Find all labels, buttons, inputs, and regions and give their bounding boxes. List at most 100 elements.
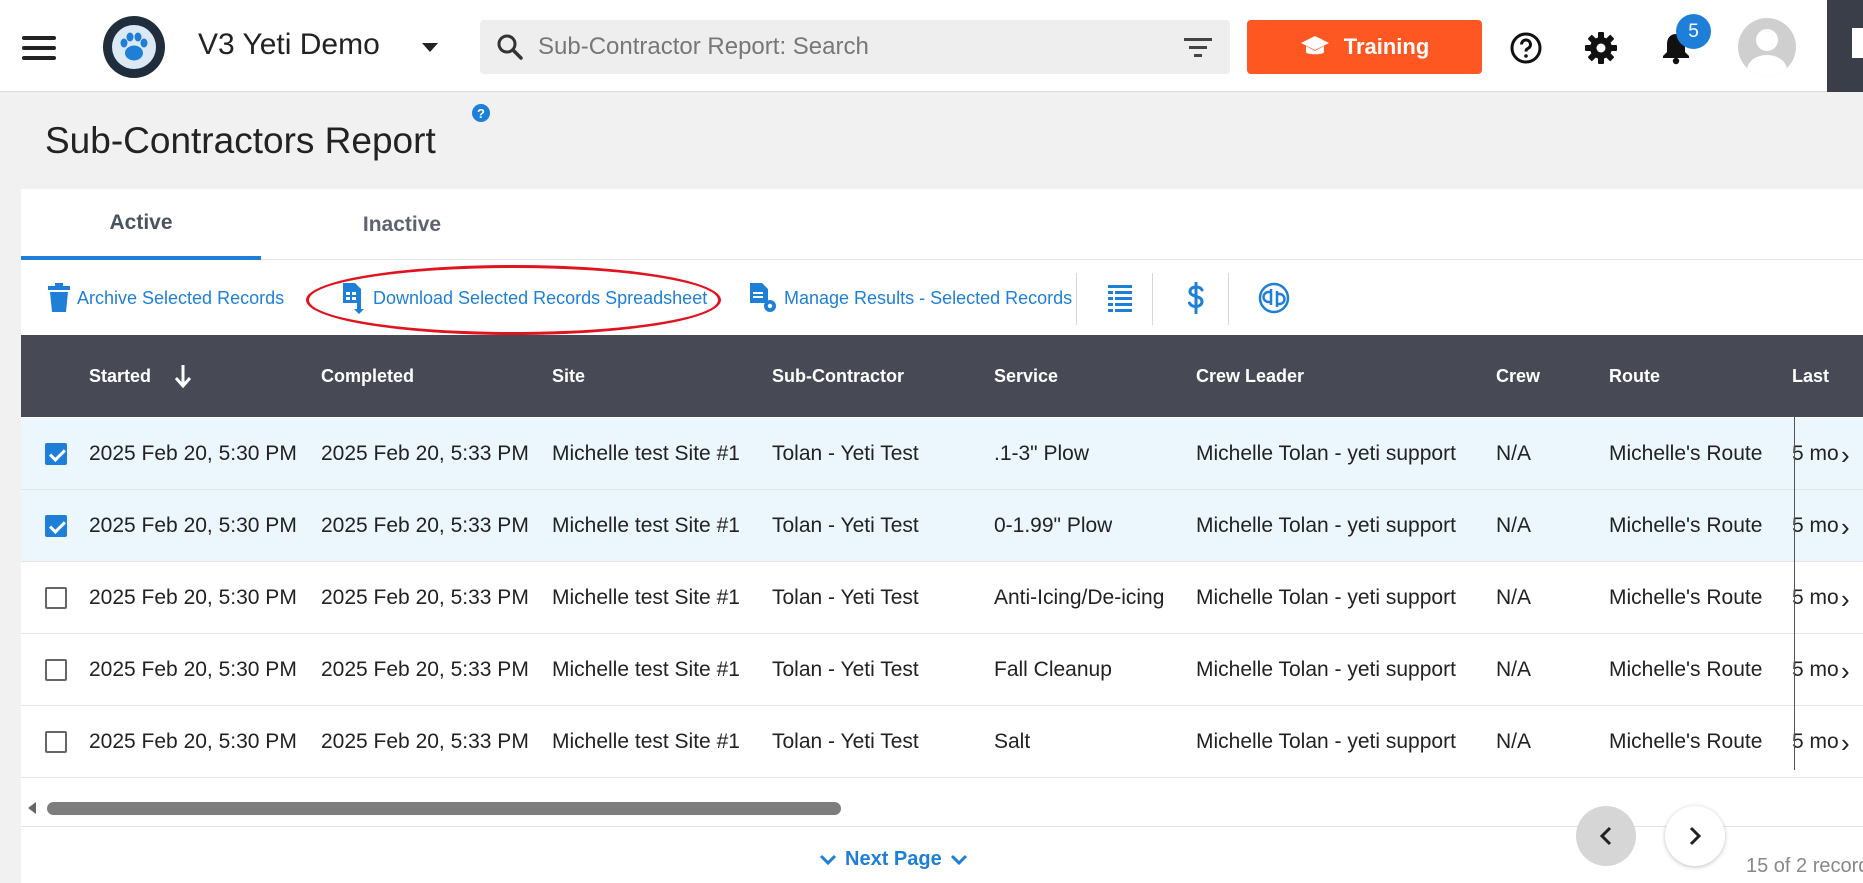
trash-icon	[48, 283, 70, 312]
toolbar-divider	[1228, 273, 1229, 325]
search-input[interactable]	[538, 30, 1138, 64]
column-site[interactable]: Site	[552, 335, 585, 417]
chevron-right-icon[interactable]: ›	[1841, 728, 1850, 759]
download-label: Download Selected Records Spreadsheet	[373, 287, 708, 308]
cell-crew-leader: Michelle Tolan - yeti support	[1196, 442, 1456, 465]
help-circle-icon[interactable]	[1508, 30, 1544, 66]
search-icon	[497, 34, 523, 60]
dollar-icon[interactable]	[1186, 261, 1206, 335]
scroll-left-icon[interactable]	[28, 802, 36, 814]
cell-last: 5 mo	[1792, 586, 1838, 609]
archive-selected-button[interactable]: Archive Selected Records	[47, 261, 284, 335]
document-gear-icon	[750, 283, 776, 312]
avatar-icon[interactable]	[1738, 18, 1796, 76]
row-checkbox[interactable]	[45, 731, 67, 753]
cell-crew: N/A	[1496, 730, 1532, 753]
download-spreadsheet-button[interactable]: Download Selected Records Spreadsheet	[341, 261, 707, 335]
cell-last: 5 mo	[1792, 658, 1838, 681]
cell-sub-contractor: Tolan - Yeti Test	[772, 730, 919, 753]
chevron-down-icon[interactable]	[422, 43, 438, 52]
manage-label: Manage Results - Selected Records	[784, 287, 1073, 308]
arrow-down-icon[interactable]	[173, 363, 193, 389]
cell-site: Michelle test Site #1	[552, 586, 740, 609]
cell-completed: 2025 Feb 20, 5:33 PM	[321, 730, 529, 753]
row-checkbox[interactable]	[45, 659, 67, 681]
filter-icon[interactable]	[1183, 36, 1213, 58]
hamburger-icon[interactable]	[22, 36, 56, 60]
paw-icon[interactable]	[103, 16, 165, 78]
cell-crew: N/A	[1496, 658, 1532, 681]
tab-active[interactable]: Active	[21, 189, 261, 260]
cell-crew-leader: Michelle Tolan - yeti support	[1196, 658, 1456, 681]
cell-crew-leader: Michelle Tolan - yeti support	[1196, 730, 1456, 753]
search-bar	[480, 20, 1230, 74]
table-row[interactable]: 2025 Feb 20, 5:30 PM 2025 Feb 20, 5:33 P…	[21, 706, 1863, 778]
cell-route: Michelle's Route	[1609, 730, 1763, 753]
record-count: 15 of 2 records	[1746, 855, 1863, 877]
row-checkbox[interactable]	[45, 443, 67, 465]
next-page-label: Next Page	[845, 848, 942, 870]
table-row[interactable]: 2025 Feb 20, 5:30 PM 2025 Feb 20, 5:33 P…	[21, 634, 1863, 706]
side-panel-toggle[interactable]	[1827, 0, 1863, 92]
chevron-right-icon[interactable]: ›	[1841, 656, 1850, 687]
next-page-button[interactable]: Next Page	[819, 848, 968, 871]
tab-inactive[interactable]: Inactive	[282, 189, 522, 260]
quickbooks-icon[interactable]	[1258, 261, 1290, 335]
table-row[interactable]: 2025 Feb 20, 5:30 PM 2025 Feb 20, 5:33 P…	[21, 490, 1863, 562]
cell-service: Salt	[994, 730, 1031, 753]
cell-sub-contractor: Tolan - Yeti Test	[772, 514, 919, 537]
manage-results-button[interactable]: Manage Results - Selected Records	[748, 261, 1072, 335]
spreadsheet-download-icon	[343, 283, 364, 314]
training-button[interactable]: Training	[1247, 20, 1482, 74]
cell-site: Michelle test Site #1	[552, 730, 740, 753]
column-completed[interactable]: Completed	[321, 335, 414, 417]
cell-service: .1-3" Plow	[994, 442, 1089, 465]
chevron-left-icon	[1599, 826, 1612, 846]
table-row[interactable]: 2025 Feb 20, 5:30 PM 2025 Feb 20, 5:33 P…	[21, 562, 1863, 634]
column-sub-contractor[interactable]: Sub-Contractor	[772, 335, 904, 417]
scrollbar-thumb[interactable]	[47, 802, 841, 815]
cell-started: 2025 Feb 20, 5:30 PM	[89, 586, 297, 609]
cell-started: 2025 Feb 20, 5:30 PM	[89, 730, 297, 753]
column-route[interactable]: Route	[1609, 335, 1660, 417]
previous-page-button[interactable]	[1576, 806, 1636, 866]
table-header: Started Completed Site Sub-Contractor Se…	[21, 335, 1863, 417]
column-crew[interactable]: Crew	[1496, 335, 1540, 417]
report-card: Active Inactive Archive Selected Records…	[21, 189, 1863, 883]
cell-last: 5 mo	[1792, 442, 1838, 465]
cell-started: 2025 Feb 20, 5:30 PM	[89, 514, 297, 537]
column-last[interactable]: Last	[1792, 335, 1829, 417]
chevron-right-icon[interactable]: ›	[1841, 584, 1850, 615]
column-crew-leader[interactable]: Crew Leader	[1196, 335, 1304, 417]
chevron-down-icon	[819, 854, 837, 865]
chevron-right-icon[interactable]: ›	[1841, 512, 1850, 543]
cell-route: Michelle's Route	[1609, 442, 1763, 465]
row-checkbox[interactable]	[45, 515, 67, 537]
column-started-label: Started	[89, 365, 152, 386]
cell-crew: N/A	[1496, 586, 1532, 609]
toolbar-divider	[1152, 273, 1153, 325]
help-icon[interactable]: ?	[472, 104, 490, 122]
cell-crew: N/A	[1496, 514, 1532, 537]
cell-site: Michelle test Site #1	[552, 442, 740, 465]
row-checkbox[interactable]	[45, 587, 67, 609]
cell-sub-contractor: Tolan - Yeti Test	[772, 658, 919, 681]
cell-site: Michelle test Site #1	[552, 514, 740, 537]
notification-badge[interactable]: 5	[1676, 14, 1711, 49]
column-list-icon[interactable]	[1107, 261, 1133, 335]
table-row[interactable]: 2025 Feb 20, 5:30 PM 2025 Feb 20, 5:33 P…	[21, 418, 1863, 490]
column-service[interactable]: Service	[994, 335, 1058, 417]
cell-last: 5 mo	[1792, 730, 1838, 753]
gear-icon[interactable]	[1583, 30, 1619, 66]
cell-route: Michelle's Route	[1609, 586, 1763, 609]
status-tabs: Active Inactive	[21, 189, 1863, 260]
archive-label: Archive Selected Records	[77, 287, 285, 308]
column-started[interactable]: Started	[89, 335, 193, 417]
top-bar: V3 Yeti Demo Training	[0, 0, 1863, 92]
app-title[interactable]: V3 Yeti Demo	[198, 28, 380, 62]
chevron-right-icon	[1689, 826, 1702, 846]
cell-service: 0-1.99" Plow	[994, 514, 1113, 537]
cell-completed: 2025 Feb 20, 5:33 PM	[321, 586, 529, 609]
next-page-arrow-button[interactable]	[1665, 806, 1725, 866]
chevron-right-icon[interactable]: ›	[1841, 440, 1850, 471]
